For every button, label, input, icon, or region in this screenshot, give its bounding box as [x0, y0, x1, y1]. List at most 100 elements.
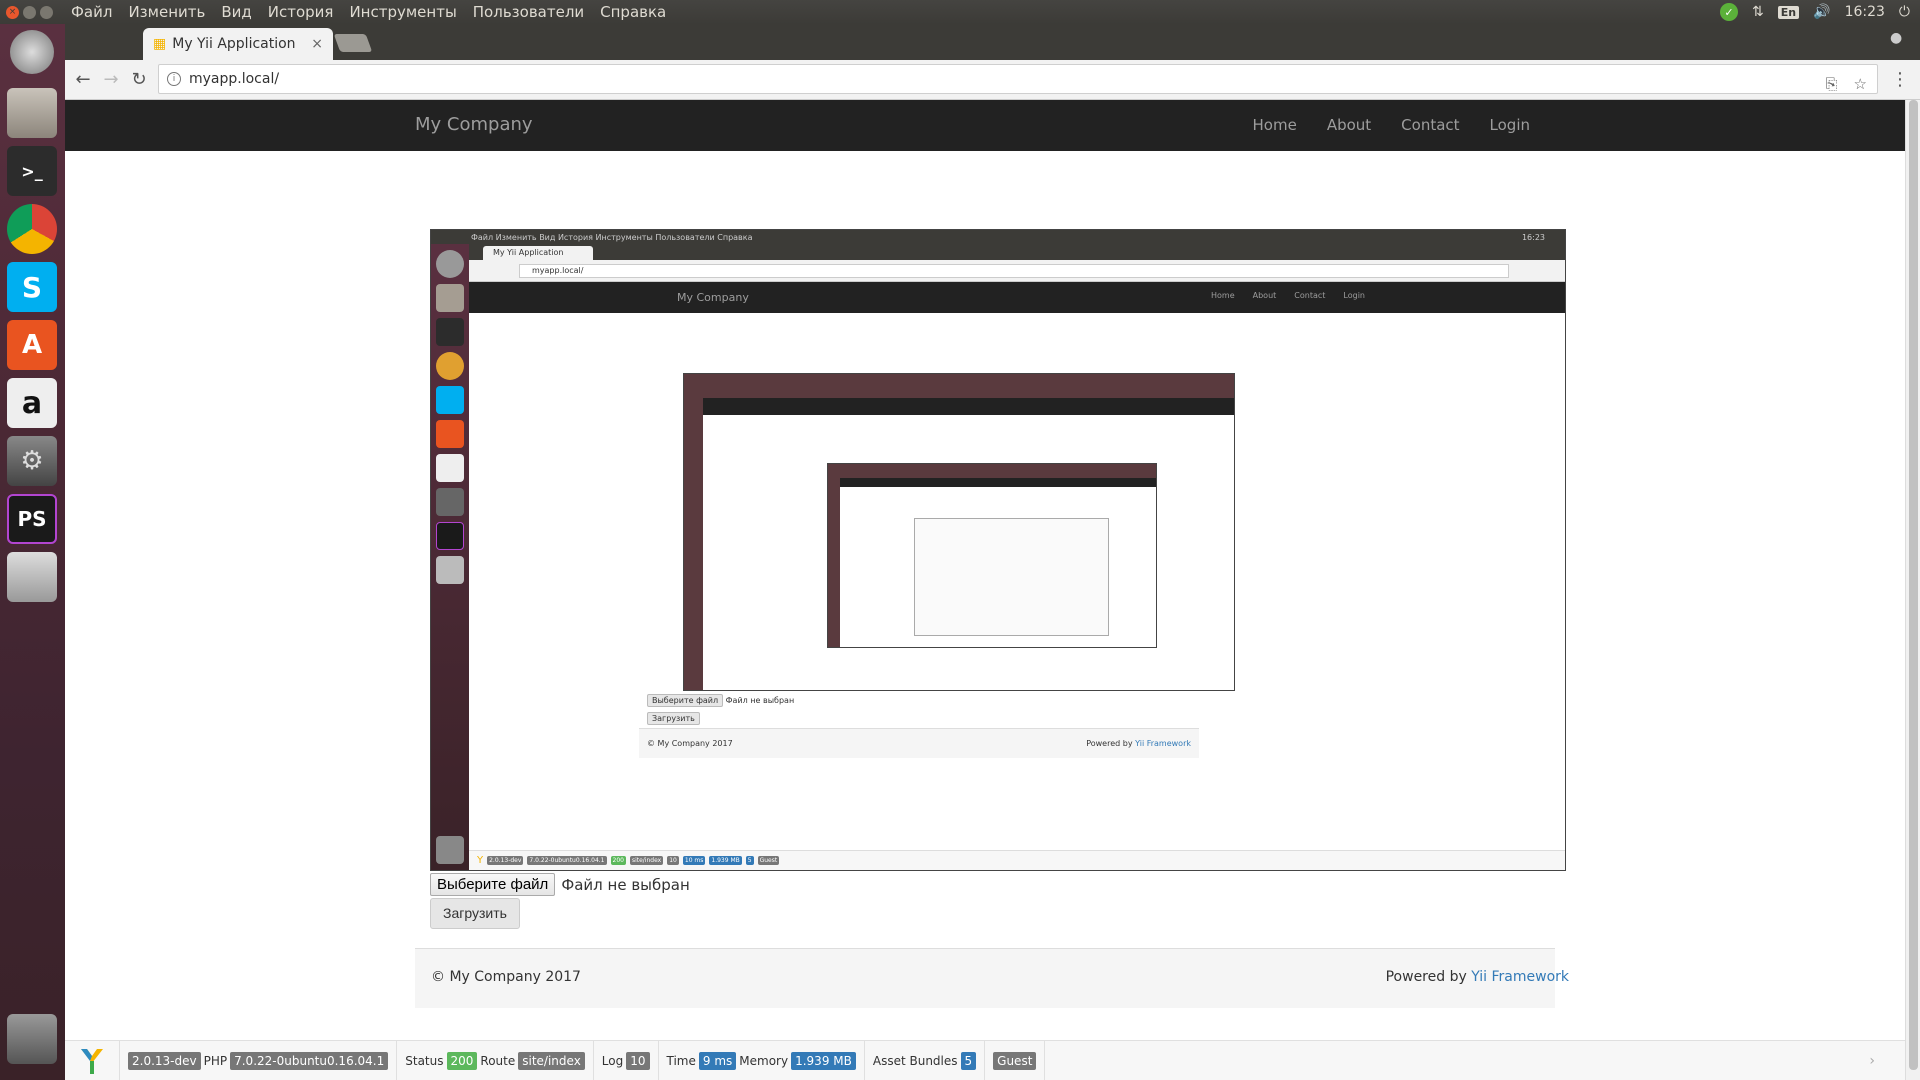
debug-asset-bundles[interactable]: Asset Bundles 5 — [865, 1040, 986, 1080]
debug-log-count: 10 — [626, 1051, 650, 1070]
menu-history[interactable]: История — [260, 0, 342, 24]
url-text: myapp.local/ — [189, 71, 280, 87]
screenshot-phpstorm-icon — [436, 522, 464, 550]
launcher: >_ S A a ⚙ PS — [0, 24, 65, 1080]
address-bar[interactable]: i myapp.local/ ⎘ ☆ — [158, 64, 1878, 94]
debug-user-value: Guest — [993, 1051, 1037, 1070]
nested-screenshot-level-3 — [827, 463, 1157, 648]
nav-links: Home About Contact Login — [1238, 100, 1545, 151]
drive-icon[interactable] — [7, 552, 57, 602]
screenshot-navbar: My Company Home About Contact Login — [469, 282, 1565, 313]
screenshot-powered: Powered by Yii Framework — [1086, 739, 1191, 748]
screenshot-nav-contact: Contact — [1294, 291, 1326, 300]
screenshot-debug-route: site/index — [629, 856, 664, 865]
menu-users[interactable]: Пользователи — [465, 0, 592, 24]
screenshot-file-button: Выберите файл — [647, 694, 724, 707]
nav-home[interactable]: Home — [1238, 100, 1312, 151]
screenshot-trash-icon — [436, 836, 464, 864]
terminal-icon[interactable]: >_ — [7, 146, 57, 196]
skype-icon[interactable]: S — [7, 262, 57, 312]
screenshot-tab-bar: My Yii Application — [469, 244, 1565, 260]
site-brand[interactable]: My Company — [415, 114, 533, 135]
yii-favicon-icon: ▦ — [153, 36, 167, 52]
back-icon[interactable]: ← — [69, 66, 97, 94]
menu-file[interactable]: Файл — [63, 0, 120, 24]
menu-help[interactable]: Справка — [592, 0, 674, 24]
close-window-icon[interactable]: × — [6, 5, 19, 19]
minimize-window-icon[interactable] — [23, 5, 36, 19]
screenshot-drive-icon — [436, 556, 464, 584]
upload-submit-button[interactable]: Загрузить — [430, 898, 520, 929]
nav-about[interactable]: About — [1312, 100, 1386, 151]
screenshot-powered-prefix: Powered by — [1086, 739, 1133, 748]
network-icon[interactable]: ⇅ — [1752, 4, 1764, 20]
tab-my-yii-application[interactable]: ▦ My Yii Application × — [143, 28, 333, 60]
trash-icon[interactable] — [7, 1014, 57, 1064]
menu-view[interactable]: Вид — [213, 0, 259, 24]
screenshot-yii-logo-icon: Y — [477, 855, 484, 866]
powered-by-prefix: Powered by — [1385, 969, 1467, 985]
keyboard-layout-indicator[interactable]: En — [1777, 5, 1800, 19]
page-viewport: My Company Home About Contact Login Файл… — [65, 100, 1905, 1080]
debug-time-value: 9 ms — [698, 1051, 737, 1070]
amazon-icon[interactable]: a — [7, 378, 57, 428]
scrollbar-thumb[interactable] — [1909, 100, 1918, 1070]
bookmark-star-icon[interactable]: ☆ — [1854, 75, 1867, 93]
chrome-icon[interactable] — [7, 204, 57, 254]
screenshot-footer: © My Company 2017 Powered by Yii Framewo… — [639, 728, 1199, 758]
screenshot-copyright: © My Company 2017 — [647, 739, 733, 748]
screenshot-terminal-icon — [436, 318, 464, 346]
window-controls: × — [6, 5, 53, 19]
reload-icon[interactable]: ↻ — [125, 66, 153, 94]
footer-powered-by: Powered by Yii Framework — [1386, 969, 1569, 985]
app-menu: Файл Изменить Вид История Инструменты По… — [63, 0, 674, 24]
yii-logo-icon[interactable] — [65, 1040, 120, 1080]
screenshot-os-menu: Файл Изменить Вид История Инструменты По… — [471, 232, 753, 242]
forward-icon[interactable]: → — [97, 66, 125, 94]
debug-log[interactable]: Log 10 — [594, 1040, 659, 1080]
menu-kebab-icon[interactable]: ⋮ — [1886, 66, 1914, 94]
debug-user[interactable]: Guest — [985, 1040, 1046, 1080]
system-settings-icon[interactable]: ⚙ — [7, 436, 57, 486]
screenshot-brand: My Company — [677, 291, 749, 304]
new-tab-button[interactable] — [333, 34, 373, 52]
tab-title: My Yii Application — [172, 36, 296, 52]
phpstorm-icon[interactable]: PS — [7, 494, 57, 544]
ubuntu-dash-icon[interactable] — [10, 30, 54, 74]
screenshot-debug-bar: Y 2.0.13-dev 7.0.22-0ubuntu0.16.04.1 200… — [469, 850, 1565, 870]
maximize-window-icon[interactable] — [40, 5, 53, 19]
volume-icon[interactable]: 🔊 — [1813, 4, 1830, 20]
screenshot-settings-icon — [436, 488, 464, 516]
info-icon[interactable]: i — [167, 72, 181, 86]
page-scrollbar[interactable] — [1905, 100, 1920, 1080]
close-tab-icon[interactable]: × — [311, 36, 323, 52]
nav-contact[interactable]: Contact — [1386, 100, 1474, 151]
os-top-bar: × Файл Изменить Вид История Инструменты … — [0, 0, 1920, 24]
screenshot-skype-icon — [436, 386, 464, 414]
translate-icon[interactable]: ⎘ — [1826, 75, 1838, 93]
choose-file-button[interactable]: Выберите файл — [430, 873, 556, 896]
screenshot-clock: 16:23 — [1521, 232, 1545, 242]
power-icon[interactable]: ⏻ — [1899, 4, 1910, 20]
software-center-icon[interactable]: A — [7, 320, 57, 370]
debug-yii-version: 2.0.13-dev — [128, 1051, 201, 1070]
menu-tools[interactable]: Инструменты — [341, 0, 464, 24]
yii-framework-link[interactable]: Yii Framework — [1471, 969, 1569, 985]
clock[interactable]: 16:23 — [1845, 4, 1885, 20]
screenshot-submit-button: Загрузить — [647, 712, 700, 725]
screenshot-submit-row: Загрузить — [647, 712, 700, 725]
debug-version-php[interactable]: 2.0.13-dev PHP 7.0.22-0ubuntu0.16.04.1 — [120, 1040, 398, 1080]
update-check-icon[interactable]: ✓ — [1720, 3, 1739, 21]
debug-time-label: Time — [666, 1053, 696, 1068]
screenshot-debug-bundles: 5 — [745, 856, 754, 865]
files-icon[interactable] — [7, 88, 57, 138]
debug-profiling[interactable]: Time 9 ms Memory 1.939 MB — [659, 1040, 865, 1080]
debug-status-code: 200 — [446, 1051, 478, 1070]
menu-edit[interactable]: Изменить — [120, 0, 213, 24]
debug-request[interactable]: Status 200 Route site/index — [397, 1040, 594, 1080]
debug-collapse-chevron-icon[interactable]: › — [1869, 1053, 1875, 1069]
nav-login[interactable]: Login — [1475, 100, 1545, 151]
profile-icon[interactable]: ● — [1890, 30, 1908, 48]
screenshot-powered-link: Yii Framework — [1135, 739, 1191, 748]
nested-screenshot-level-3-navbar — [840, 478, 1156, 487]
